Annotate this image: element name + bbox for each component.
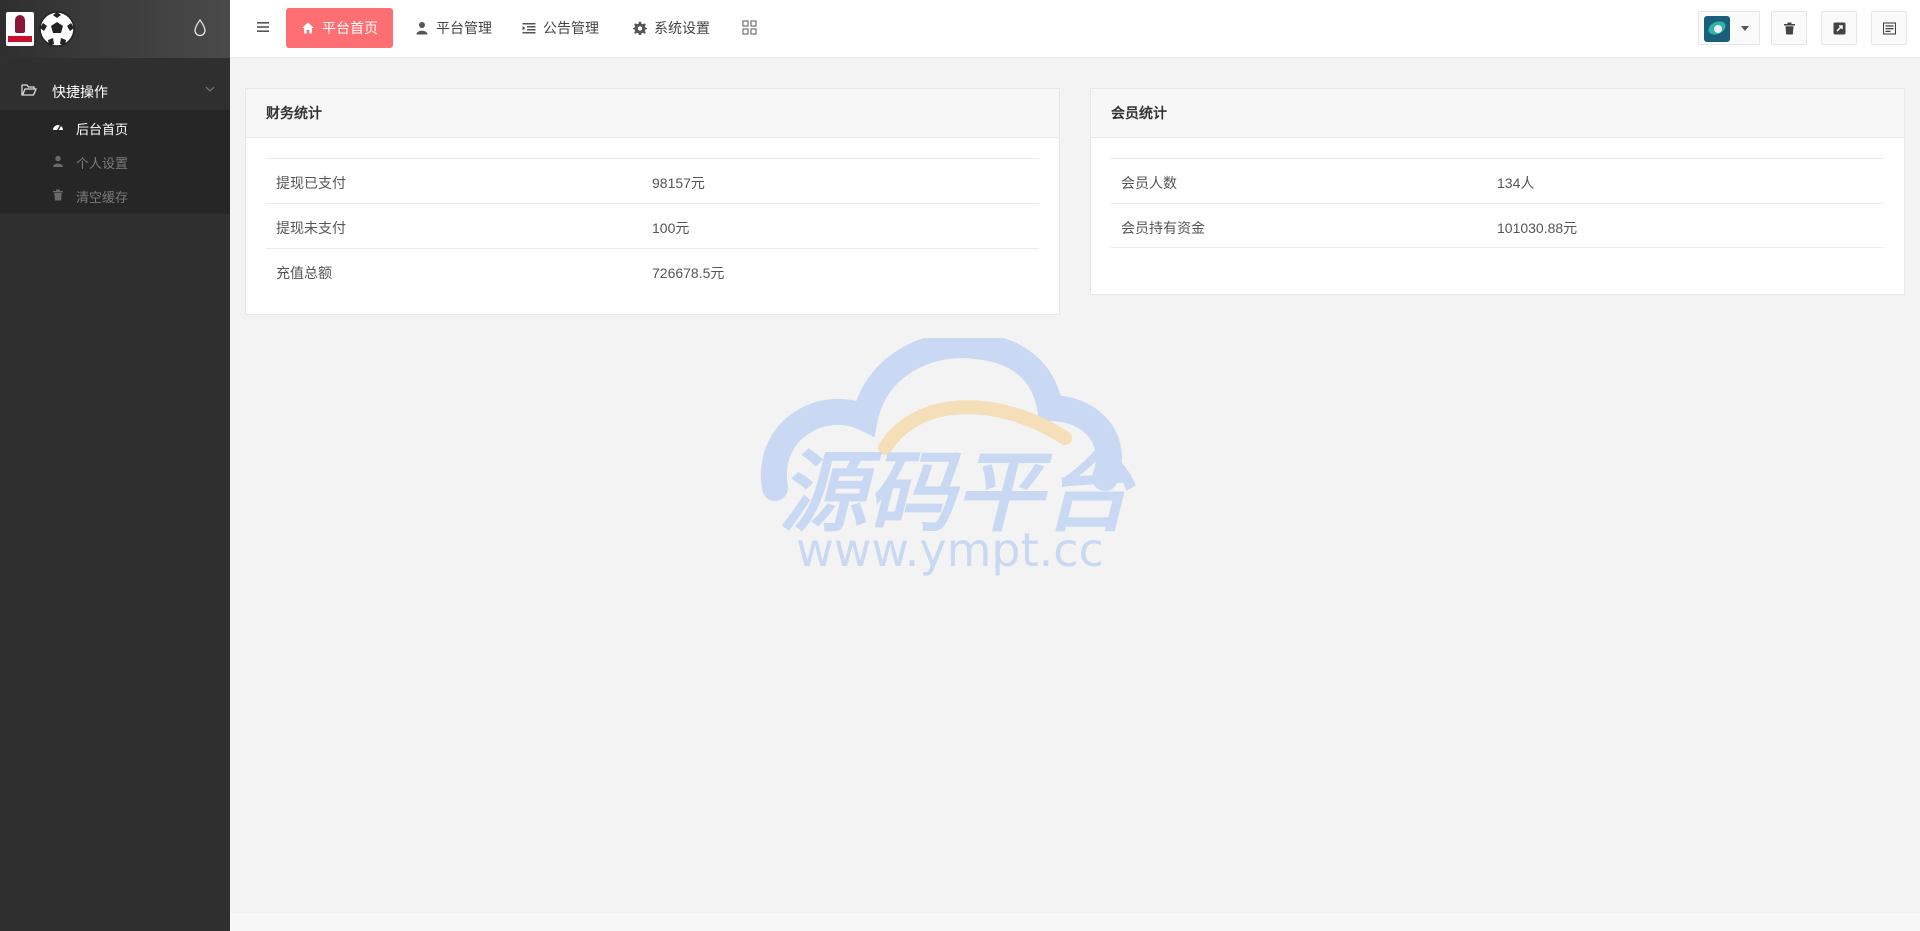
stat-label: 充值总额 bbox=[276, 265, 332, 281]
user-icon bbox=[416, 22, 428, 35]
external-link-icon bbox=[1833, 22, 1846, 35]
trash-icon bbox=[1784, 22, 1795, 35]
stat-label: 提现已支付 bbox=[276, 175, 346, 191]
chevron-down-icon bbox=[205, 86, 215, 92]
watermark-logo: 源码平台 www.ympt.cc bbox=[760, 338, 1136, 577]
clear-cache-button[interactable] bbox=[1771, 11, 1807, 45]
list-menu-icon bbox=[1883, 22, 1896, 35]
gear-icon bbox=[633, 21, 647, 35]
list-indent-icon bbox=[522, 23, 536, 34]
footer bbox=[230, 913, 1920, 931]
stat-value: 101030.88元 bbox=[1497, 220, 1578, 236]
tab-announcement-management[interactable]: 公告管理 bbox=[522, 8, 599, 48]
tab-system-settings[interactable]: 系统设置 bbox=[633, 8, 710, 48]
tab-platform-home[interactable]: 平台首页 bbox=[286, 8, 393, 48]
sidebar-item-label: 清空缓存 bbox=[76, 190, 129, 205]
table-row: 会员人数 134人 bbox=[1111, 158, 1884, 203]
table-row: 提现已支付 98157元 bbox=[266, 158, 1039, 203]
topbar: 平台首页 平台管理 公告管理 系统设置 bbox=[230, 0, 1920, 58]
panel-title: 会员统计 bbox=[1091, 89, 1904, 138]
watermark-url: www.ympt.cc bbox=[796, 523, 1104, 577]
table-row: 会员持有资金 101030.88元 bbox=[1111, 203, 1884, 248]
stat-value: 134人 bbox=[1497, 175, 1535, 191]
user-menu-button[interactable] bbox=[1698, 11, 1760, 45]
menu-toggle-icon[interactable] bbox=[256, 20, 270, 34]
sidebar-item-label: 个人设置 bbox=[76, 156, 129, 171]
sidebar-item-clear-cache[interactable]: 清空缓存 bbox=[0, 178, 230, 212]
tab-platform-management[interactable]: 平台管理 bbox=[415, 8, 492, 48]
tab-label: 平台管理 bbox=[436, 20, 492, 36]
tab-label: 系统设置 bbox=[654, 20, 710, 36]
stat-value: 100元 bbox=[652, 220, 690, 236]
tab-label: 公告管理 bbox=[543, 20, 599, 36]
caret-down-icon bbox=[1741, 26, 1749, 31]
sidebar-group-quick-actions[interactable]: 快捷操作 bbox=[0, 74, 230, 106]
logo-bar bbox=[0, 0, 230, 58]
dashboard-icon bbox=[53, 125, 63, 131]
user-icon bbox=[53, 155, 63, 167]
sidebar-group-label: 快捷操作 bbox=[52, 84, 108, 100]
external-link-button[interactable] bbox=[1821, 11, 1857, 45]
stat-value: 98157元 bbox=[652, 175, 705, 191]
tab-label: 平台首页 bbox=[322, 20, 378, 36]
home-icon bbox=[302, 22, 314, 34]
more-options-button[interactable] bbox=[1871, 11, 1907, 45]
trash-icon bbox=[53, 189, 63, 201]
stat-value: 726678.5元 bbox=[652, 265, 725, 281]
stat-label: 会员人数 bbox=[1121, 175, 1177, 191]
table-row: 充值总额 726678.5元 bbox=[266, 248, 1039, 293]
grid-apps-icon[interactable] bbox=[742, 20, 757, 35]
member-stats-panel: 会员统计 会员人数 134人 会员持有资金 101030.88元 bbox=[1090, 88, 1905, 295]
avatar bbox=[1704, 16, 1730, 42]
panel-title: 财务统计 bbox=[246, 89, 1059, 138]
stat-label: 会员持有资金 bbox=[1121, 220, 1205, 236]
world-cup-logo bbox=[6, 12, 34, 46]
finance-stats-panel: 财务统计 提现已支付 98157元 提现未支付 100元 充值总额 726678… bbox=[245, 88, 1060, 315]
sidebar: 快捷操作 后台首页 个人设置 清空缓存 bbox=[0, 0, 230, 931]
stat-label: 提现未支付 bbox=[276, 220, 346, 236]
sidebar-subnav: 后台首页 个人设置 清空缓存 bbox=[0, 110, 230, 214]
sidebar-item-profile[interactable]: 个人设置 bbox=[0, 144, 230, 178]
sidebar-item-dashboard[interactable]: 后台首页 bbox=[0, 110, 230, 144]
theme-drop-icon[interactable] bbox=[193, 19, 207, 37]
table-row: 提现未支付 100元 bbox=[266, 203, 1039, 248]
folder-open-icon bbox=[21, 84, 37, 96]
soccer-ball-logo bbox=[39, 11, 75, 47]
sidebar-item-label: 后台首页 bbox=[76, 122, 129, 137]
